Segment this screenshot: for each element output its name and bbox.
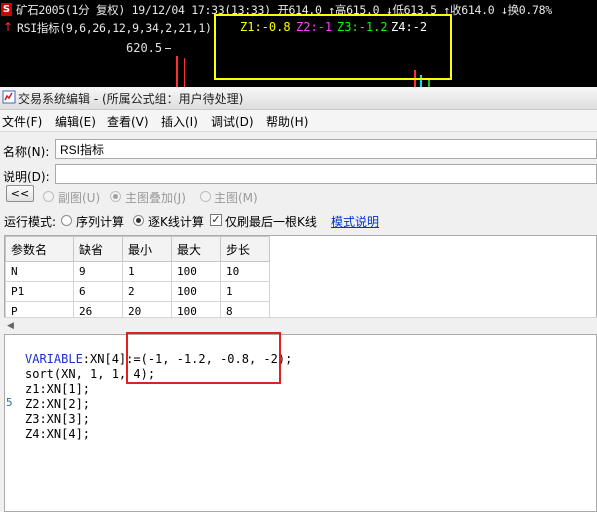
menu-insert[interactable]: 插入(I) <box>161 113 198 130</box>
horizontal-scrollbar[interactable]: ◀ <box>4 317 597 333</box>
col-max[interactable]: 最大 <box>171 236 221 262</box>
menu-view[interactable]: 查看(V) <box>107 113 149 130</box>
code-line-5: Z3:XN[3]; <box>25 412 91 426</box>
menu-file[interactable]: 文件(F) <box>2 113 42 130</box>
name-field[interactable]: RSI指标 <box>55 139 597 159</box>
radio-main-chart[interactable] <box>200 191 211 202</box>
cell[interactable]: 6 <box>73 281 123 302</box>
radio-main-chart-label: 主图(M) <box>214 191 258 205</box>
cell[interactable]: 100 <box>171 261 221 282</box>
app-icon <box>2 90 16 104</box>
highlight-box-yellow <box>214 14 452 80</box>
indicator-name: RSI指标(9,6,26,12,9,34,2,21,1) <box>17 21 212 35</box>
mode-help-link[interactable]: 模式说明 <box>331 213 379 230</box>
run-mode-label: 运行模式: <box>4 215 57 229</box>
formula-editor-window: 交易系统编辑 - (所属公式组：用户待处理) 文件(F) 编辑(E) 查看(V)… <box>0 87 597 512</box>
code-editor[interactable]: 5 VARIABLE:XN[4]:=(-1, -1.2, -0.8, -2); … <box>4 334 597 512</box>
title-bar[interactable]: 交易系统编辑 - (所属公式组：用户待处理) <box>0 87 597 110</box>
menu-edit[interactable]: 编辑(E) <box>55 113 96 130</box>
window-title: 交易系统编辑 - (所属公式组：用户待处理) <box>18 92 244 106</box>
cell[interactable]: 100 <box>171 281 221 302</box>
code-line-4: Z2:XN[2]; <box>25 397 91 411</box>
menu-debug[interactable]: 调试(D) <box>211 113 254 130</box>
col-default[interactable]: 缺省 <box>73 236 123 262</box>
name-label: 名称(N): <box>3 145 50 159</box>
up-arrow-icon: ↑ <box>3 20 14 34</box>
refresh-last-label: 仅刷最后一根K线 <box>225 215 317 229</box>
collapse-button[interactable]: << <box>6 185 34 202</box>
radio-sequence-calc-label: 序列计算 <box>76 215 125 229</box>
candle <box>184 58 185 87</box>
price-tick <box>165 48 171 49</box>
table-row[interactable]: P1 6 2 100 1 <box>5 281 270 302</box>
radio-per-kline-calc-label: 逐K线计算 <box>148 215 204 229</box>
refresh-last-checkbox[interactable]: ✓ <box>210 214 222 226</box>
col-param-name[interactable]: 参数名 <box>5 236 74 262</box>
line-number: 5 <box>6 396 13 409</box>
symbol-badge: S <box>1 3 12 16</box>
table-row[interactable]: N 9 1 100 10 <box>5 261 270 282</box>
candle <box>176 56 178 87</box>
line-gutter: 5 <box>5 335 17 511</box>
cell[interactable]: 1 <box>220 281 270 302</box>
chart-panel: S 矿石2005(1分 复权) 19/12/04 17:33(13:33) 开6… <box>0 0 597 87</box>
description-label: 说明(D): <box>3 170 50 184</box>
cell[interactable]: 9 <box>73 261 123 282</box>
price-label: 620.5 <box>126 41 163 55</box>
code-line-3: z1:XN[1]; <box>25 382 91 396</box>
radio-subchart-label: 副图(U) <box>58 191 101 205</box>
radio-main-overlay-label: 主图叠加(J) <box>125 191 186 205</box>
cell[interactable]: P1 <box>5 281 74 302</box>
col-step[interactable]: 步长 <box>220 236 270 262</box>
keyword: VARIABLE <box>25 352 83 366</box>
scroll-left-icon[interactable]: ◀ <box>7 321 14 331</box>
cell[interactable]: N <box>5 261 74 282</box>
highlight-box-red <box>126 332 281 384</box>
radio-per-kline-calc[interactable] <box>133 215 144 226</box>
radio-sequence-calc[interactable] <box>61 215 72 226</box>
col-min[interactable]: 最小 <box>122 236 172 262</box>
code-line-6: Z4:XN[4]; <box>25 427 91 441</box>
cell[interactable]: 1 <box>122 261 172 282</box>
radio-main-overlay[interactable] <box>110 191 121 202</box>
cell[interactable]: 2 <box>122 281 172 302</box>
menu-help[interactable]: 帮助(H) <box>266 113 308 130</box>
radio-subchart[interactable] <box>43 191 54 202</box>
table-header-row: 参数名 缺省 最小 最大 步长 <box>5 236 270 262</box>
cell[interactable]: 10 <box>220 261 270 282</box>
menu-bar: 文件(F) 编辑(E) 查看(V) 插入(I) 调试(D) 帮助(H) <box>0 110 597 132</box>
description-field[interactable] <box>55 164 597 184</box>
